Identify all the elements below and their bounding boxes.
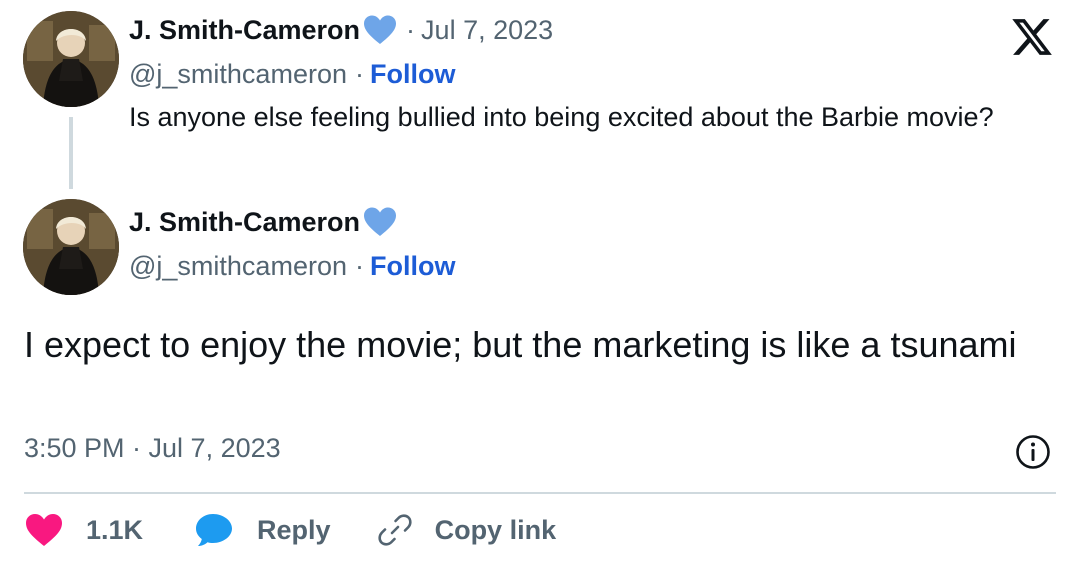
heart-icon	[24, 512, 64, 548]
author-handle[interactable]: @j_smithcameron	[129, 251, 347, 282]
reply-label: Reply	[257, 514, 331, 545]
like-count: 1.1K	[86, 514, 144, 545]
avatar[interactable]	[23, 11, 119, 107]
tweet-timestamp[interactable]: 3:50 PM · Jul 7, 2023	[24, 433, 281, 464]
author-handle[interactable]: @j_smithcameron	[129, 59, 347, 90]
blue-heart-icon	[362, 14, 398, 46]
link-icon	[377, 512, 413, 548]
main-tweet-header: J. Smith-Cameron	[129, 206, 398, 238]
tweet-date[interactable]: Jul 7, 2023	[421, 15, 553, 46]
parent-handle-row: @j_smithcameron · Follow	[129, 59, 455, 90]
blue-heart-icon	[362, 206, 398, 238]
info-icon[interactable]	[1015, 434, 1051, 470]
speech-bubble-icon	[195, 512, 235, 548]
copy-link-button[interactable]: Copy link	[377, 512, 557, 548]
main-tweet-text: I expect to enjoy the movie; but the mar…	[24, 324, 1017, 365]
copy-link-label: Copy link	[434, 514, 557, 545]
follow-button[interactable]: Follow	[370, 251, 455, 282]
separator-dot: ·	[354, 59, 364, 89]
author-name[interactable]: J. Smith-Cameron	[129, 207, 360, 238]
parent-tweet-text: Is anyone else feeling bullied into bein…	[129, 102, 994, 132]
follow-button[interactable]: Follow	[370, 59, 455, 90]
like-button[interactable]: 1.1K	[24, 512, 143, 548]
x-logo-icon[interactable]	[1010, 15, 1054, 59]
author-name[interactable]: J. Smith-Cameron	[129, 15, 360, 46]
main-handle-row: @j_smithcameron · Follow	[129, 251, 455, 282]
thread-connector-line	[69, 117, 73, 189]
divider	[24, 492, 1056, 494]
separator-dot: ·	[406, 14, 416, 45]
tweet-actions: 1.1K Reply Copy link	[24, 512, 556, 548]
reply-button[interactable]: Reply	[195, 512, 331, 548]
parent-tweet-header: J. Smith-Cameron · Jul 7, 2023	[129, 14, 553, 46]
separator-dot: ·	[354, 251, 364, 281]
avatar[interactable]	[23, 199, 119, 295]
